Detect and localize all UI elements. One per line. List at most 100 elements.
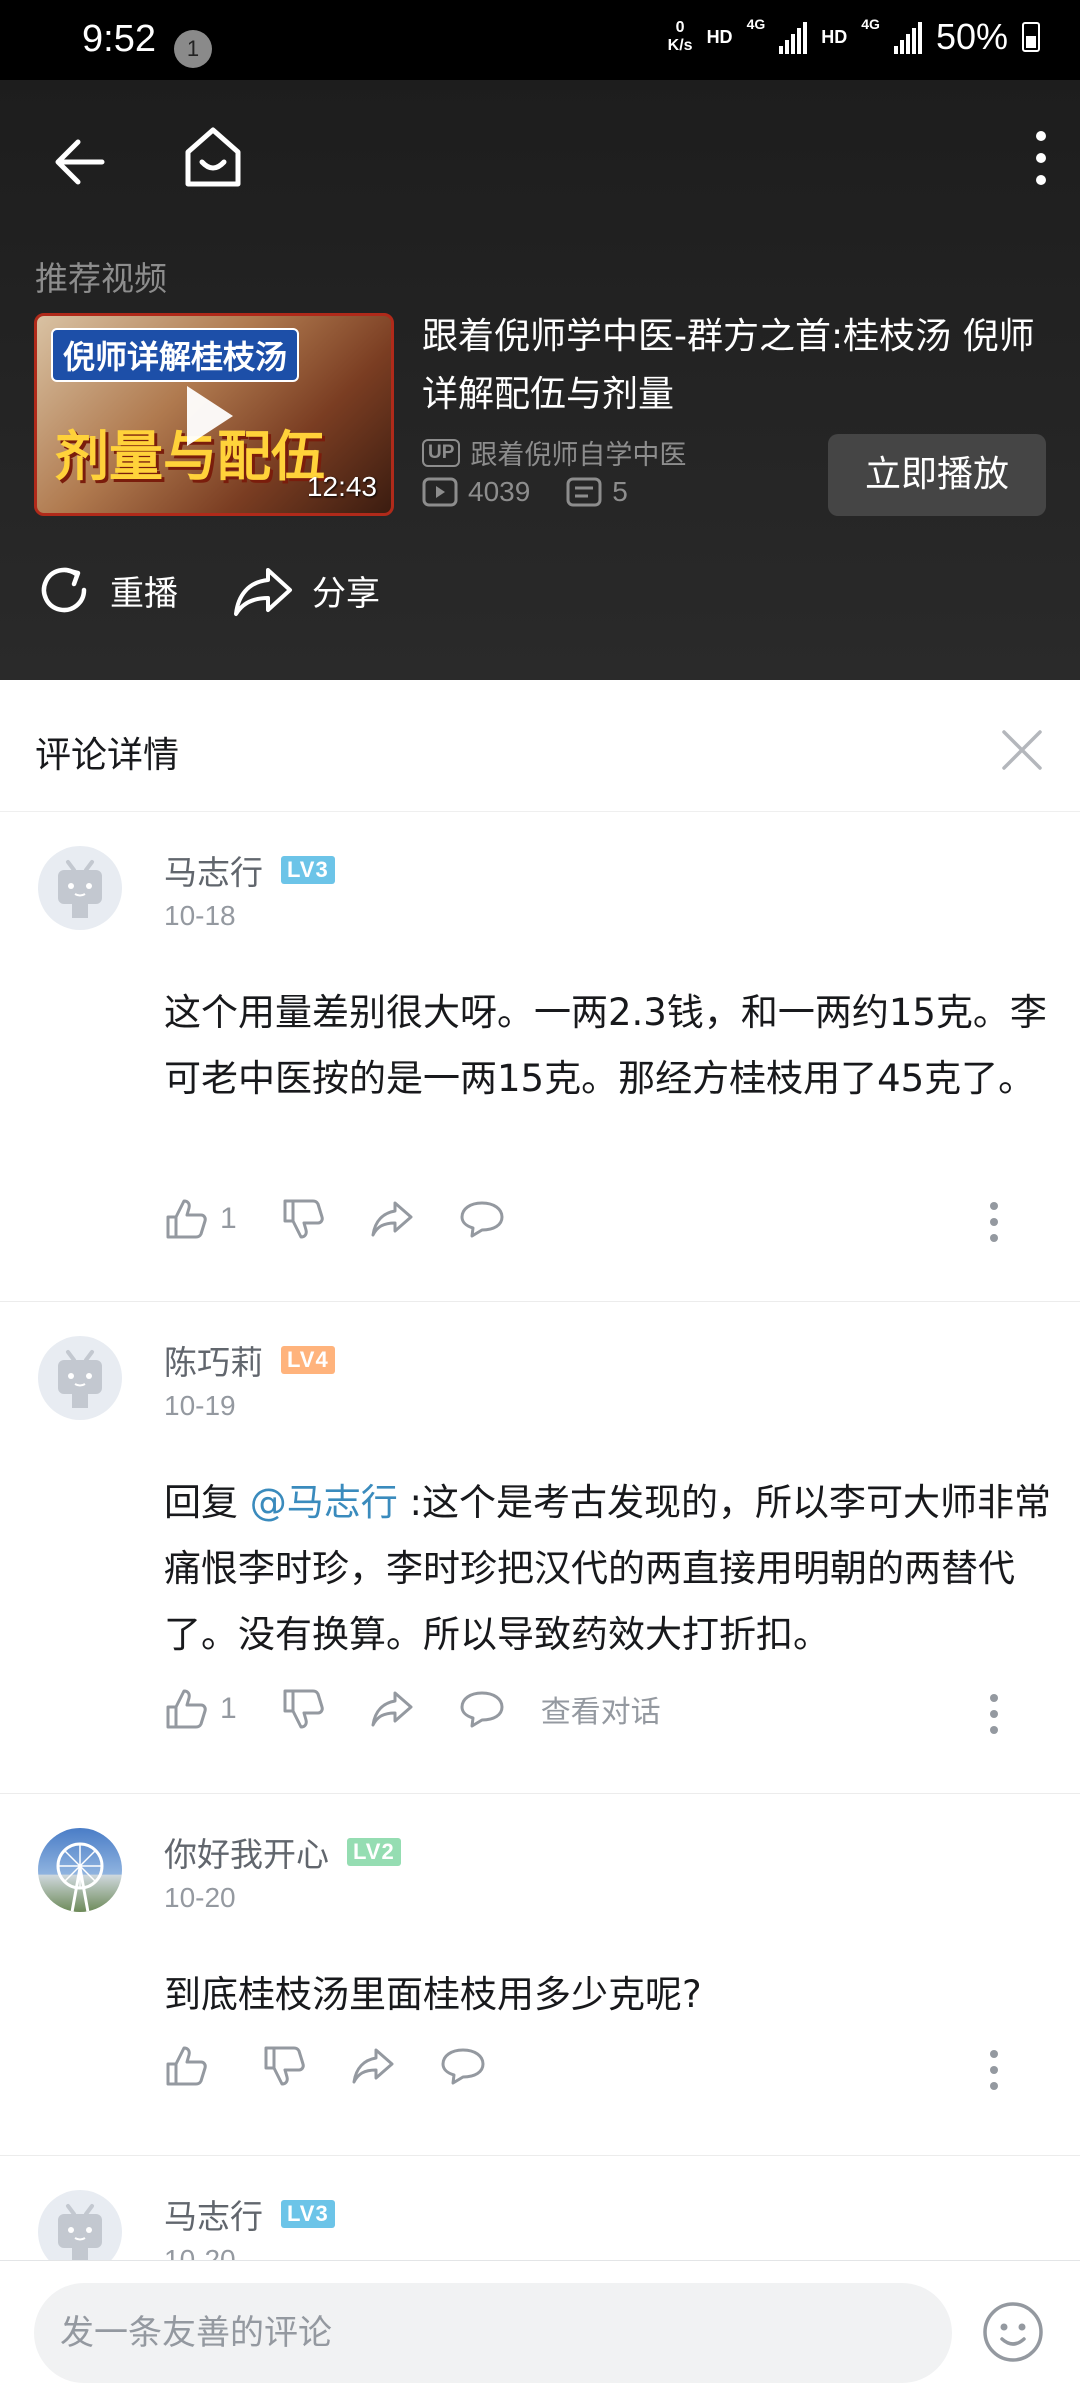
comment-item: 你好我开心 LV2 10-20 到底桂枝汤里面桂枝用多少克呢? xyxy=(0,1794,1080,2156)
uploader-row[interactable]: UP 跟着倪师自学中医 xyxy=(422,433,686,472)
signal-icon-2 xyxy=(893,20,922,54)
view-conversation-link[interactable]: 查看对话 xyxy=(541,1687,661,1731)
status-bar: 9:52 1 0 K/s HD 4G HD 4G 50% xyxy=(0,0,1080,80)
level-badge: LV2 xyxy=(347,1838,401,1866)
thumbs-up-icon xyxy=(166,2046,207,2086)
comment-date: 10-19 xyxy=(164,1390,236,1421)
up-badge-icon: UP xyxy=(422,438,461,467)
thumbs-down-icon xyxy=(283,1199,324,1239)
thumbs-down-icon xyxy=(264,2046,305,2086)
thumbs-up-icon xyxy=(166,1689,207,1729)
comment-date: 10-18 xyxy=(164,900,236,931)
battery-icon xyxy=(1022,22,1040,52)
avatar[interactable] xyxy=(38,1828,122,1912)
level-badge: LV4 xyxy=(281,1346,335,1374)
reply-button[interactable] xyxy=(459,1689,505,1729)
dislike-button[interactable] xyxy=(281,1197,325,1241)
emoji-icon[interactable] xyxy=(982,2301,1044,2363)
video-thumbnail[interactable]: 倪师详解桂枝汤 剂量与配伍 12:43 xyxy=(34,313,394,516)
network-type-4g: 4G xyxy=(746,16,766,32)
network-speed: 0 K/s xyxy=(667,19,693,54)
comment-username[interactable]: 马志行 xyxy=(164,2190,263,2238)
comment-text: 到底桂枝汤里面桂枝用多少克呢? xyxy=(164,1973,702,2016)
like-button[interactable]: 1 xyxy=(164,1197,237,1241)
comment-input-bar: 发一条友善的评论 xyxy=(0,2260,1080,2400)
comment-username[interactable]: 陈巧莉 xyxy=(164,1336,263,1384)
comment-text: 回复 @马志行 :这个是考古发现的，所以李可大师非常痛恨李时珍，李时珍把汉代的两… xyxy=(164,1470,1054,1668)
more-vertical-icon[interactable] xyxy=(1026,128,1056,188)
status-time: 9:52 xyxy=(82,18,156,60)
close-icon[interactable] xyxy=(1000,728,1044,772)
dislike-button[interactable] xyxy=(262,2044,306,2088)
comment-actions: 1 查看对话 xyxy=(164,1687,661,1731)
home-icon[interactable] xyxy=(182,124,244,192)
comment-detail-header: 评论详情 xyxy=(0,686,1080,812)
hd-indicator: HD xyxy=(706,26,733,47)
play-count-icon xyxy=(422,477,458,507)
level-badge: LV3 xyxy=(281,2200,335,2228)
share-comment-button[interactable] xyxy=(369,1689,415,1729)
share-arrow-icon xyxy=(371,1691,413,1727)
avatar[interactable] xyxy=(38,846,122,930)
replay-button[interactable]: 重播 xyxy=(36,562,178,618)
default-avatar-icon xyxy=(58,1350,102,1408)
share-arrow-icon xyxy=(371,1201,413,1237)
comment-more-icon[interactable] xyxy=(988,1202,1000,1242)
reply-button[interactable] xyxy=(459,1199,505,1239)
replay-label: 重播 xyxy=(110,573,178,614)
comment-more-icon[interactable] xyxy=(988,2050,1000,2090)
share-comment-button[interactable] xyxy=(350,2046,396,2086)
comment-date: 10-20 xyxy=(164,1882,236,1913)
comment-item: 马志行 LV3 10-18 这个用量差别很大呀。一两2.3钱，和一两约15克。李… xyxy=(0,812,1080,1302)
level-badge: LV3 xyxy=(281,856,335,884)
signal-icon xyxy=(779,20,808,54)
replay-icon xyxy=(41,567,87,613)
comment-item: 陈巧莉 LV4 10-19 回复 @马志行 :这个是考古发现的，所以李可大师非常… xyxy=(0,1302,1080,1794)
comment-username[interactable]: 你好我开心 xyxy=(164,1828,329,1876)
danmaku-icon xyxy=(566,477,602,507)
like-button[interactable] xyxy=(164,2044,208,2088)
share-button[interactable]: 分享 xyxy=(232,562,380,618)
like-count: 1 xyxy=(220,1202,237,1235)
play-icon xyxy=(187,386,233,446)
dislike-button[interactable] xyxy=(281,1687,325,1731)
comment-bubble-icon xyxy=(460,1201,504,1238)
avatar[interactable] xyxy=(38,2190,122,2260)
comment-date: 10-20 xyxy=(164,2244,236,2260)
avatar[interactable] xyxy=(38,1336,122,1420)
comment-username[interactable]: 马志行 xyxy=(164,846,263,894)
comment-text: 这个用量差别很大呀。一两2.3钱，和一两约15克。李可老中医按的是一两15克。那… xyxy=(164,991,1047,1100)
video-stats: 4039 5 xyxy=(422,476,628,508)
reply-prefix: 回复 xyxy=(164,1481,250,1524)
like-button[interactable]: 1 xyxy=(164,1687,237,1731)
battery-percent: 50% xyxy=(935,16,1008,57)
notification-count-badge: 1 xyxy=(174,30,212,68)
comment-actions: 1 xyxy=(164,1197,549,1241)
comment-bubble-icon xyxy=(460,1691,504,1728)
video-duration: 12:43 xyxy=(306,471,377,502)
ferris-wheel-photo-icon xyxy=(56,1842,104,1912)
play-now-button[interactable]: 立即播放 xyxy=(828,434,1046,516)
mention-link[interactable]: @马志行 xyxy=(250,1481,398,1524)
video-end-panel: 推荐视频 倪师详解桂枝汤 剂量与配伍 12:43 跟着倪师学中医-群方之首:桂枝… xyxy=(0,80,1080,680)
uploader-name: 跟着倪师自学中医 xyxy=(470,440,687,471)
comment-bubble-icon xyxy=(441,2048,485,2085)
comment-input[interactable]: 发一条友善的评论 xyxy=(34,2283,952,2383)
share-comment-button[interactable] xyxy=(369,1199,415,1239)
back-arrow-icon[interactable] xyxy=(50,132,110,192)
thumbs-up-icon xyxy=(166,1199,207,1239)
comment-item: 马志行 LV3 10-20 xyxy=(0,2156,1080,2260)
comment-more-icon[interactable] xyxy=(988,1694,1000,1734)
view-count: 4039 xyxy=(468,476,531,507)
thumbnail-banner-text: 倪师详解桂枝汤 xyxy=(51,328,300,382)
status-indicators: 0 K/s HD 4G HD 4G 50% xyxy=(668,16,1040,58)
share-label: 分享 xyxy=(312,573,380,614)
thumbs-down-icon xyxy=(283,1689,324,1729)
like-count: 1 xyxy=(220,1692,237,1725)
video-title[interactable]: 跟着倪师学中医-群方之首:桂枝汤 倪师详解配伍与剂量 xyxy=(422,308,1052,424)
reply-button[interactable] xyxy=(440,2046,486,2086)
share-arrow-icon xyxy=(352,2048,394,2084)
recommended-video-label: 推荐视频 xyxy=(35,259,167,298)
default-avatar-icon xyxy=(58,2204,102,2260)
hd-indicator-2: HD xyxy=(821,26,848,47)
